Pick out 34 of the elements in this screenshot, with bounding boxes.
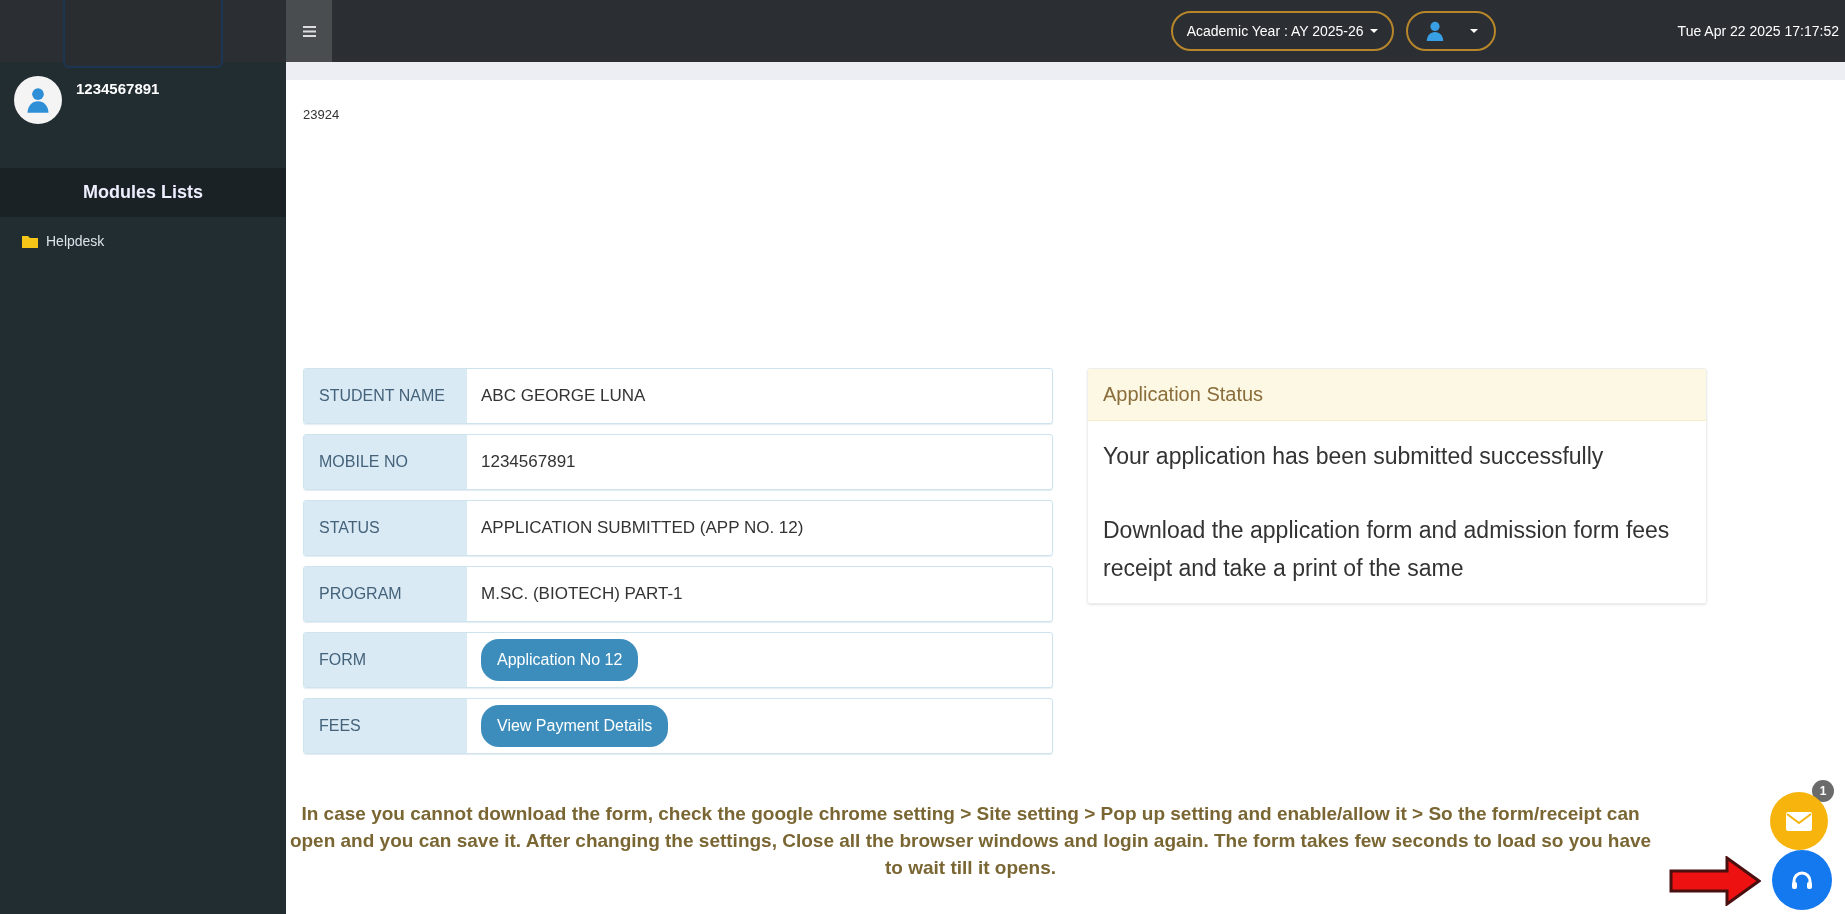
field-value: 1234567891 [481, 452, 576, 472]
status-message: Download the application form and admission form fees receipt and take a print of the same [1103, 516, 1671, 583]
status-message: Your application has been submitted successfully [1103, 442, 1605, 471]
action-button[interactable]: Application No 12 [481, 639, 639, 681]
arrow-icon [1669, 856, 1761, 906]
field-label: STATUS [304, 501, 467, 555]
action-button[interactable]: View Payment Details [481, 705, 669, 747]
field-label: MOBILE NO [304, 435, 467, 489]
field-label: FEES [304, 699, 467, 753]
headset-icon [1791, 870, 1813, 890]
field-label: STUDENT NAME [304, 369, 467, 423]
folder-icon [22, 234, 38, 248]
avatar-icon [14, 76, 62, 124]
sidebar-item[interactable]: Helpdesk [0, 217, 286, 265]
menu-button[interactable] [286, 0, 332, 62]
user-id: 1234567891 [76, 80, 160, 97]
notification-badge: 1 [1812, 780, 1834, 802]
field-value: ABC GEORGE LUNA [481, 386, 646, 406]
user-menu-button[interactable] [1405, 11, 1496, 51]
page-code: 23924 [303, 107, 341, 122]
caret-icon [1369, 29, 1378, 33]
caret-icon [1469, 29, 1478, 33]
panel-title: Application Status [1088, 369, 1706, 421]
modules-list-heading: Modules Lists [0, 168, 286, 217]
envelope-icon [1786, 811, 1812, 831]
date-time: Tue Apr 22 2025 17:17:52 [1677, 23, 1839, 39]
academic-year-dropdown[interactable]: Academic Year : AY 2025-26 [1170, 11, 1394, 51]
field-label: PROGRAM [304, 567, 467, 621]
support-button[interactable] [1772, 850, 1832, 910]
menu-icon [302, 25, 316, 37]
help-notice: In case you cannot download the form, check the google chrome setting > Site setting > Pop up setting and enable/allow it > So the form/receipt can open and you can save it. After changing the settings, Close all the browser windows and login again. The form takes few seconds to load so you have to wait till it opens. [288, 802, 1653, 880]
field-label: FORM [304, 633, 467, 687]
field-value: APPLICATION SUBMITTED (APP NO. 12) [481, 518, 804, 538]
field-value: M.SC. (BIOTECH) PART-1 [481, 584, 683, 604]
